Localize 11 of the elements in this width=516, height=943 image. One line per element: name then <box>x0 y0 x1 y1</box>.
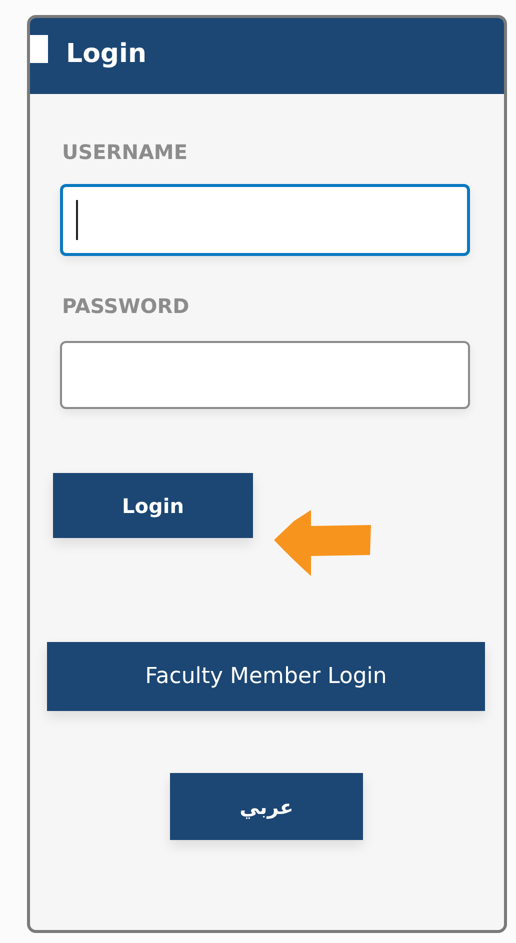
input-field[interactable] <box>60 341 470 409</box>
panel-title: Login <box>66 39 146 69</box>
field-label: USERNAME <box>62 140 188 164</box>
arrow-icon <box>272 509 374 577</box>
text-cursor <box>76 200 78 240</box>
square-icon <box>30 35 48 63</box>
field-label: PASSWORD <box>62 294 190 318</box>
language-button[interactable]: عربي <box>170 773 363 840</box>
faculty-login-button[interactable]: Faculty Member Login <box>47 642 485 711</box>
input-field[interactable] <box>60 184 470 256</box>
login-button[interactable]: Login <box>53 473 253 538</box>
